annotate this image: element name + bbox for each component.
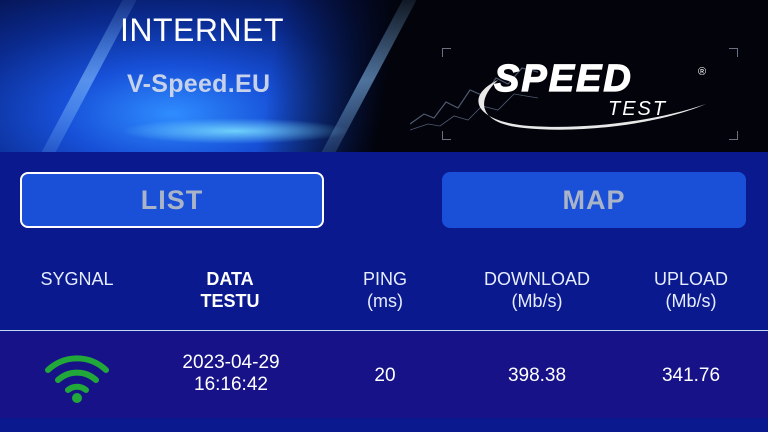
banner-subtitle: V-Speed.EU bbox=[127, 70, 271, 98]
download-value: 398.38 bbox=[507, 365, 567, 386]
map-button[interactable]: MAP bbox=[442, 172, 746, 228]
header-label: UPLOAD bbox=[653, 269, 729, 289]
header-label: PING bbox=[362, 269, 407, 289]
header-label: DATA bbox=[206, 269, 254, 289]
header-label: (Mb/s) bbox=[665, 291, 717, 311]
test-date: 2023-04-29 bbox=[182, 352, 280, 373]
header-label: TESTU bbox=[200, 291, 260, 311]
list-button[interactable]: LIST bbox=[20, 172, 324, 228]
registered-mark: ® bbox=[698, 66, 707, 78]
column-header-ping: PING (ms) bbox=[330, 268, 440, 312]
column-header-upload: UPLOAD (Mb/s) bbox=[632, 268, 750, 312]
column-header-date: DATA TESTU bbox=[170, 268, 290, 312]
header-label: (Mb/s) bbox=[511, 291, 563, 311]
header-label: DOWNLOAD bbox=[483, 269, 590, 289]
header-divider bbox=[0, 330, 768, 331]
ping-value: 20 bbox=[374, 365, 396, 386]
wifi-icon bbox=[45, 355, 109, 403]
column-header-signal: SYGNAL bbox=[22, 268, 132, 290]
speedtest-logo: SPEED ® TEST bbox=[410, 48, 738, 140]
header-label: (ms) bbox=[367, 291, 403, 311]
logo-test-text: TEST bbox=[608, 98, 668, 120]
banner-title: INTERNET bbox=[120, 12, 284, 48]
column-header-download: DOWNLOAD (Mb/s) bbox=[466, 268, 608, 312]
table-row[interactable]: 2023-04-29 16:16:42 20 398.38 341.76 bbox=[0, 332, 768, 418]
test-date-cell: 2023-04-29 16:16:42 bbox=[160, 352, 302, 396]
frame-corner bbox=[729, 48, 738, 57]
logo-speed-text: SPEED bbox=[493, 57, 633, 100]
test-time: 16:16:42 bbox=[194, 374, 268, 395]
header-banner: INTERNET V-Speed.EU SPEED ® TEST bbox=[0, 0, 768, 152]
bottom-strip bbox=[0, 418, 768, 432]
frame-corner bbox=[729, 131, 738, 140]
header-label: SYGNAL bbox=[40, 269, 114, 289]
banner-glow bbox=[120, 118, 350, 144]
upload-value: 341.76 bbox=[661, 365, 721, 386]
